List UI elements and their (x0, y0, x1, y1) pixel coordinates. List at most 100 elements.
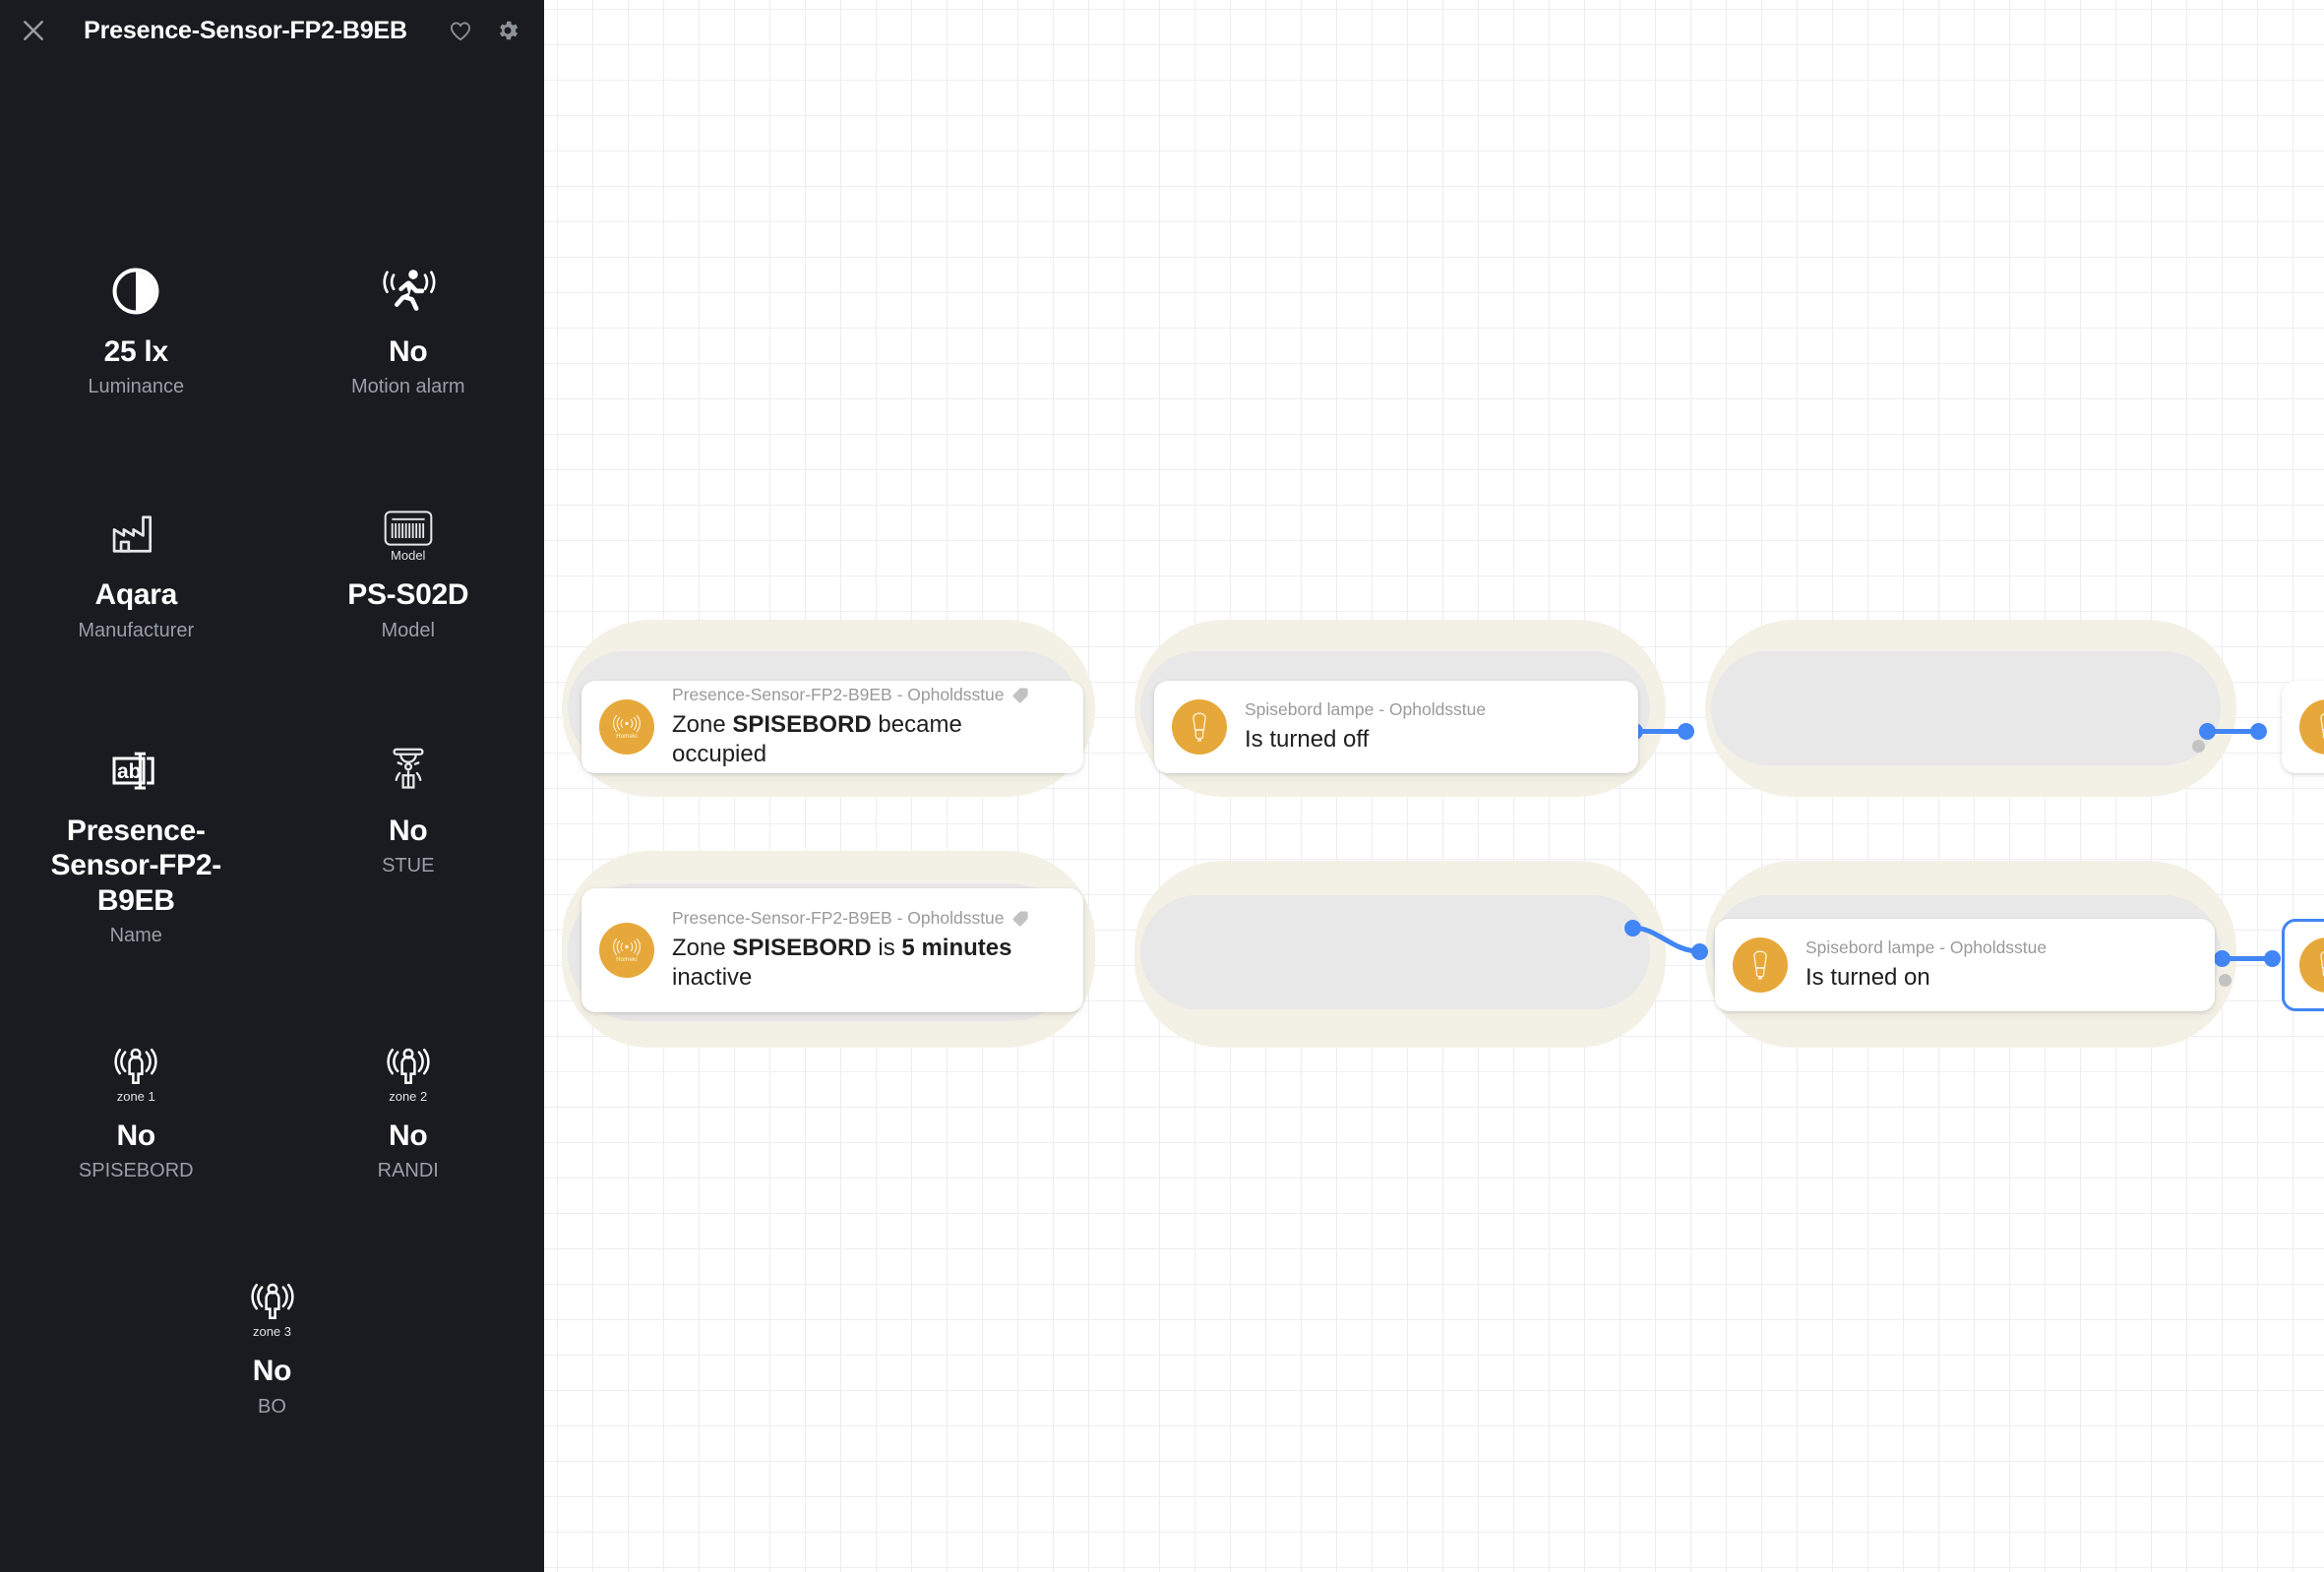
person-waves-icon: zone 2 (383, 1042, 434, 1103)
flow-node-trigger-inactive[interactable]: Homeki Presence-Sensor-FP2-B9EB - Ophold… (581, 888, 1083, 1012)
barcode-icon: Model (384, 501, 433, 562)
node-subtitle-row: Spisebord lampe - Opholdsstue (1805, 937, 2047, 959)
tag-icon (1011, 687, 1029, 704)
factory-icon (108, 501, 163, 562)
motion-running-icon (380, 258, 437, 319)
attribute-label: Luminance (88, 376, 185, 398)
page-title: Presence-Sensor-FP2-B9EB (84, 16, 407, 44)
node-subtitle: Spisebord lampe - Opholdsstue (1805, 937, 2048, 957)
node-icon-sublabel: Homeki (616, 734, 638, 740)
flow-node-action-turn-off[interactable]: Spisebord lampe - Opholdsstue Turn off (2282, 919, 2324, 1011)
attribute-zone-bo[interactable]: zone 3 No BO (136, 1277, 408, 1418)
device-attributes-grid: 25 lx Luminance No Motion alarm Aqara Ma… (0, 61, 544, 1419)
node-subtitle-row: Presence-Sensor-FP2-B9EB - Opholdsstue (672, 685, 1062, 706)
attribute-name[interactable]: ab Presence-Sensor-FP2-B9EB Name (0, 737, 273, 947)
mmwave-presence-icon: Homeki (599, 699, 654, 755)
attribute-label: STUE (382, 855, 435, 877)
attribute-value: No (389, 1119, 428, 1152)
attribute-value: No (389, 335, 428, 368)
attribute-label: RANDI (377, 1160, 439, 1182)
icon-sublabel: zone 2 (389, 1088, 428, 1104)
attribute-row: zone 3 No BO (0, 1277, 544, 1418)
attribute-stue[interactable]: No STUE (273, 737, 545, 947)
connector-dot-inactive[interactable] (2192, 740, 2205, 753)
header-actions (444, 14, 530, 47)
brightness-icon (108, 258, 163, 319)
attribute-value: PS-S02D (347, 578, 469, 612)
attribute-label: Model (381, 619, 435, 641)
person-waves-icon: zone 3 (247, 1277, 298, 1338)
node-subtitle-row: Presence-Sensor-FP2-B9EB - Opholdsstue (672, 908, 1029, 930)
node-text: Spisebord lampe - Opholdsstue Is turned … (1805, 937, 2047, 993)
person-waves-icon: zone 1 (110, 1042, 161, 1103)
attribute-label: SPISEBORD (78, 1160, 194, 1182)
lightbulb-icon (2299, 937, 2324, 993)
tag-icon (1011, 910, 1029, 928)
mmwave-presence-icon: Homeki (599, 923, 654, 978)
attribute-row: Aqara Manufacturer Model PS-S02D Model (0, 501, 544, 641)
flow-node-condition-is-turned-on[interactable]: Spisebord lampe - Opholdsstue Is turned … (1715, 919, 2215, 1011)
heart-icon[interactable] (444, 14, 477, 47)
node-halo (1711, 651, 2221, 765)
flow-node-trigger-occupied[interactable]: Homeki Presence-Sensor-FP2-B9EB - Ophold… (581, 681, 1083, 773)
flow-node-action-turn-on[interactable]: Spisebord lampe - Opholdsstue Turn on (2282, 681, 2324, 773)
node-title: Is turned on (1805, 963, 1930, 991)
ceiling-presence-sensor-icon (386, 737, 431, 798)
flow-node-condition-is-turned-off[interactable]: Spisebord lampe - Opholdsstue Is turned … (1154, 681, 1638, 773)
connector-dot[interactable] (2264, 950, 2281, 967)
lightbulb-icon (1733, 937, 1788, 993)
node-halo (1140, 895, 1650, 1009)
attribute-label: BO (258, 1395, 286, 1418)
node-text: Presence-Sensor-FP2-B9EB - Opholdsstue Z… (672, 908, 1029, 993)
icon-sublabel: Model (391, 548, 426, 564)
sidebar-header: Presence-Sensor-FP2-B9EB (0, 0, 544, 61)
svg-text:ab: ab (117, 760, 142, 783)
connector-dot-inactive[interactable] (2219, 974, 2232, 987)
attribute-value: 25 lx (103, 335, 169, 368)
icon-sublabel: zone 3 (252, 1324, 292, 1340)
node-text: Spisebord lampe - Opholdsstue Is turned … (1245, 699, 1486, 755)
attribute-luminance[interactable]: 25 lx Luminance (0, 258, 273, 398)
node-subtitle: Presence-Sensor-FP2-B9EB - Opholdsstue (672, 907, 1005, 928)
attribute-label: Motion alarm (350, 376, 465, 398)
attribute-label: Manufacturer (78, 619, 195, 641)
attribute-manufacturer[interactable]: Aqara Manufacturer (0, 501, 273, 641)
attribute-value: No (116, 1119, 156, 1152)
flow-graph: Homeki Presence-Sensor-FP2-B9EB - Ophold… (544, 0, 2324, 1572)
attribute-label: Name (109, 924, 162, 946)
node-subtitle-row: Spisebord lampe - Opholdsstue (1245, 699, 1486, 721)
attribute-zone-randi[interactable]: zone 2 No RANDI (273, 1042, 545, 1182)
lightbulb-icon (2299, 699, 2324, 755)
attribute-row: ab Presence-Sensor-FP2-B9EB Name No STUE (0, 737, 544, 947)
attribute-value: No (252, 1355, 292, 1388)
node-text: Presence-Sensor-FP2-B9EB - Opholdsstue Z… (672, 685, 1062, 769)
attribute-model[interactable]: Model PS-S02D Model (273, 501, 545, 641)
connector-dot[interactable] (1678, 723, 1694, 740)
node-subtitle: Presence-Sensor-FP2-B9EB - Opholdsstue (672, 684, 1005, 704)
connector-dot[interactable] (2250, 723, 2267, 740)
attribute-value: Presence-Sensor-FP2-B9EB (50, 814, 222, 917)
lightbulb-icon (1172, 699, 1227, 755)
automation-flow-canvas[interactable]: Homeki Presence-Sensor-FP2-B9EB - Ophold… (544, 0, 2324, 1572)
node-title: Zone SPISEBORD became occupied (672, 710, 962, 767)
attribute-value: No (389, 814, 428, 847)
device-info-sidebar: Presence-Sensor-FP2-B9EB 25 lx Luminance… (0, 0, 544, 1572)
node-title: Is turned off (1245, 725, 1370, 753)
connector-dot[interactable] (1624, 920, 1641, 937)
gear-icon[interactable] (491, 14, 524, 47)
attribute-value: Aqara (94, 578, 178, 612)
node-title: Zone SPISEBORD is 5 minutes inactive (672, 934, 1012, 991)
text-cursor-ab-icon: ab (108, 737, 163, 798)
icon-sublabel: zone 1 (116, 1088, 155, 1104)
node-icon-sublabel: Homeki (616, 957, 638, 963)
app-root: Presence-Sensor-FP2-B9EB 25 lx Luminance… (0, 0, 2324, 1572)
attribute-row: 25 lx Luminance No Motion alarm (0, 258, 544, 398)
connector-dot[interactable] (1691, 943, 1708, 960)
attribute-motion-alarm[interactable]: No Motion alarm (273, 258, 545, 398)
node-subtitle: Spisebord lampe - Opholdsstue (1245, 698, 1487, 719)
attribute-zone-spisebord[interactable]: zone 1 No SPISEBORD (0, 1042, 273, 1182)
